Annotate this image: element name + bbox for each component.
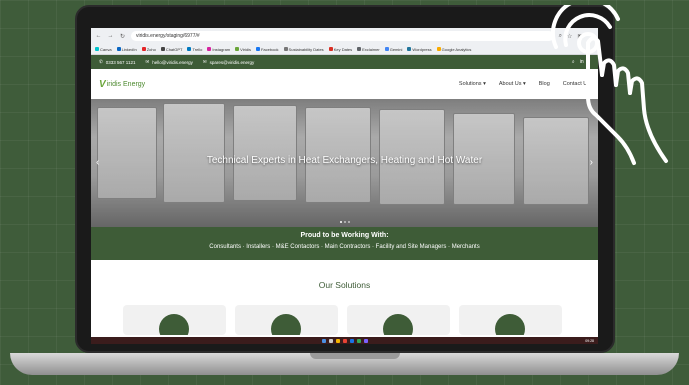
bookmark-item[interactable]: Key Dates xyxy=(328,47,352,52)
app-icon[interactable] xyxy=(363,338,368,343)
menu-solutions[interactable]: Solutions ▾ xyxy=(459,81,486,87)
spares-email-link[interactable]: ✉ spares@viridis.energy xyxy=(203,59,254,65)
solution-icon xyxy=(383,314,413,335)
bookmark-item[interactable]: LinkedIn xyxy=(116,47,137,52)
browser-toolbar: ← → ↻ viridis.energy/staging/6977/# ⌕ ☆ … xyxy=(91,28,598,44)
solution-icon xyxy=(271,314,301,335)
bookmark-item[interactable]: Sustainability Dates xyxy=(283,47,324,52)
app-icon[interactable] xyxy=(349,338,354,343)
wordpress-icon xyxy=(407,47,412,51)
site-top-bar: ✆ 0333 567 1121 ✉ hello@viridis.energy ✉ sp… xyxy=(91,55,598,69)
hero-title: Technical Experts in Heat Exchangers, He… xyxy=(206,155,483,166)
folder-icon[interactable] xyxy=(335,338,340,343)
partners-list: Consultants · Installers · M&E Contactor… xyxy=(209,244,480,250)
bookmark-item[interactable]: Viridis xyxy=(235,47,251,52)
facebook-icon xyxy=(255,47,260,51)
site-header: V iridis Energy Solutions ▾ About Us ▾ B… xyxy=(91,69,598,99)
folder-icon xyxy=(283,47,288,51)
clock: 09:28 xyxy=(585,338,594,343)
email-link[interactable]: ✉ hello@viridis.energy xyxy=(145,59,192,65)
partners-band: Proud to be Working With: Consultants · … xyxy=(91,227,598,260)
solution-card[interactable] xyxy=(459,305,562,335)
linkedin-icon xyxy=(116,47,121,51)
os-taskbar: 09:28 xyxy=(91,337,598,344)
phone-icon: ✆ xyxy=(99,59,103,64)
instagram-icon xyxy=(207,47,212,51)
mail-icon: ✉ xyxy=(202,59,207,64)
search-icon[interactable] xyxy=(328,338,333,343)
forward-icon[interactable]: → xyxy=(107,33,114,39)
logo-text: iridis Energy xyxy=(106,80,146,88)
laptop-notch xyxy=(310,353,400,359)
bookmark-item[interactable]: Canva xyxy=(95,47,112,52)
bookmark-item[interactable]: ChatGPT xyxy=(160,47,182,52)
solution-icon xyxy=(495,314,525,335)
solution-card[interactable] xyxy=(235,305,338,335)
chrome-icon[interactable] xyxy=(356,338,361,343)
chatgpt-icon xyxy=(160,47,165,51)
solution-card[interactable] xyxy=(347,305,450,335)
phone-link[interactable]: ✆ 0333 567 1121 xyxy=(99,59,135,65)
analytics-icon xyxy=(436,47,441,51)
app-icon[interactable] xyxy=(342,338,347,343)
solutions-title: Our Solutions xyxy=(318,280,371,290)
bookmark-item[interactable]: Instagram xyxy=(207,47,230,52)
exclaimer-icon xyxy=(357,47,362,51)
site-logo[interactable]: V iridis Energy xyxy=(99,79,145,90)
viridis-icon xyxy=(235,47,240,51)
menu-about-us[interactable]: About Us ▾ xyxy=(499,81,526,87)
trello-icon xyxy=(187,47,192,51)
chevron-left-icon[interactable]: ‹ xyxy=(96,157,99,168)
bookmark-item[interactable]: Gemini xyxy=(384,47,402,52)
laptop-base xyxy=(10,353,679,375)
pointing-hand-icon xyxy=(550,5,668,165)
bookmark-item[interactable]: Exclaimer xyxy=(357,47,380,52)
mail-icon: ✉ xyxy=(145,59,150,64)
bookmark-item[interactable]: Trello xyxy=(187,47,202,52)
solution-icon xyxy=(159,314,189,335)
solutions-section: Our Solutions xyxy=(91,260,598,344)
address-bar[interactable]: viridis.energy/staging/6977/# xyxy=(131,31,554,41)
back-icon[interactable]: ← xyxy=(95,33,102,39)
laptop-screen: ← → ↻ viridis.energy/staging/6977/# ⌕ ☆ … xyxy=(91,28,598,344)
hero-slider: Technical Experts in Heat Exchangers, He… xyxy=(91,99,598,227)
folder-icon xyxy=(328,47,333,51)
bookmark-item[interactable]: Zoho xyxy=(141,47,156,52)
bookmark-item[interactable]: Wordpress xyxy=(407,47,432,52)
bookmark-item[interactable]: Google Analytics xyxy=(436,47,471,52)
bookmarks-bar: Canva LinkedIn Zoho ChatGPT Trello Insta… xyxy=(91,44,598,55)
reload-icon[interactable]: ↻ xyxy=(119,33,126,40)
partners-title: Proud to be Working With: xyxy=(300,232,389,239)
slider-dot[interactable] xyxy=(343,221,346,223)
canva-icon xyxy=(95,47,99,51)
slider-dot[interactable] xyxy=(347,221,350,223)
solution-card[interactable] xyxy=(123,305,226,335)
slider-dot[interactable] xyxy=(339,221,342,223)
gemini-icon xyxy=(384,47,389,51)
zoho-icon xyxy=(141,47,146,51)
start-icon[interactable] xyxy=(321,338,326,343)
bookmark-item[interactable]: Facebook xyxy=(255,47,279,52)
logo-mark: V xyxy=(99,78,106,90)
slider-dots xyxy=(91,221,598,223)
solution-cards xyxy=(123,305,562,335)
url-text: viridis.energy/staging/6977/# xyxy=(136,33,200,39)
